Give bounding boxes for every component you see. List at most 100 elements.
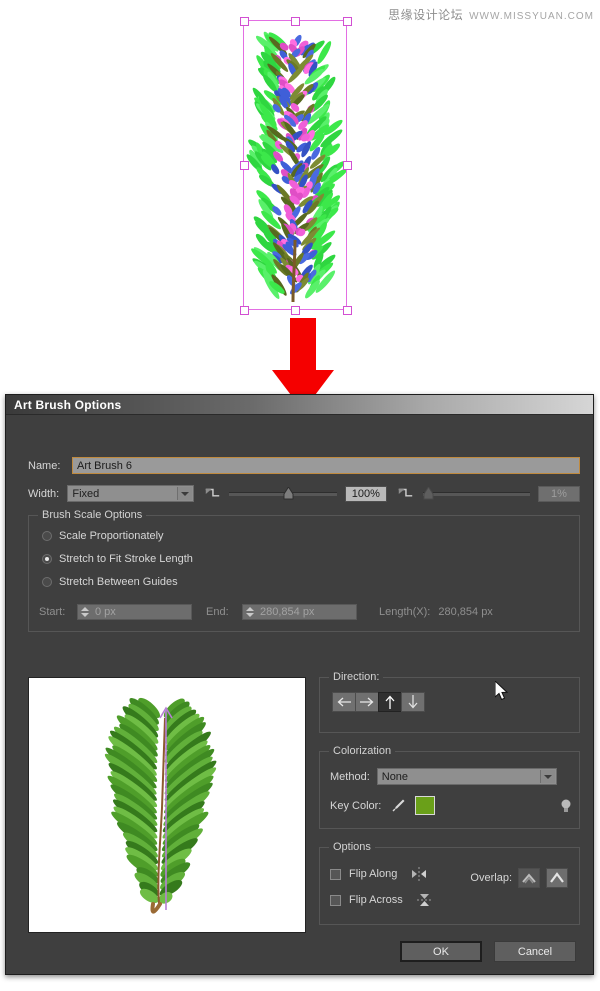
options-legend: Options [329, 841, 375, 853]
flip-along-row[interactable]: Flip Along [330, 866, 429, 882]
ok-button[interactable]: OK [400, 941, 482, 962]
flip-across-row[interactable]: Flip Across [330, 892, 435, 908]
key-color-row: Key Color: [330, 796, 573, 815]
selection-handle-ne[interactable] [343, 17, 352, 26]
brush-scale-legend: Brush Scale Options [38, 509, 147, 521]
cancel-button[interactable]: Cancel [494, 941, 576, 962]
flip-along-checkbox[interactable] [330, 868, 341, 880]
width-label: Width: [28, 487, 60, 500]
width-pen-icon [205, 488, 219, 497]
radio-stretch-between-guides[interactable]: Stretch Between Guides [42, 576, 178, 588]
watermark-site-name: 思缘设计论坛 [388, 8, 464, 22]
width-slider-thumb[interactable] [283, 487, 294, 500]
width-variance-track [422, 491, 530, 496]
selection-handle-nw[interactable] [240, 17, 249, 26]
lightbulb-icon[interactable] [559, 797, 573, 815]
direction-buttons [332, 692, 425, 712]
flip-across-icon [416, 894, 433, 906]
end-label: End: [206, 606, 229, 618]
radio-icon [42, 577, 52, 587]
length-value: 280,854 px [438, 606, 493, 618]
radio-label: Stretch to Fit Stroke Length [59, 553, 193, 565]
direction-left-button[interactable] [332, 692, 356, 712]
arrow-down-icon [408, 695, 418, 709]
selection-handle-se[interactable] [343, 306, 352, 315]
dialog-title-bar[interactable]: Art Brush Options [6, 395, 593, 415]
name-label: Name: [28, 459, 61, 472]
selection-handle-e[interactable] [343, 161, 352, 170]
watermark: 思缘设计论坛 WWW.MISSYUAN.COM [388, 6, 594, 23]
key-color-label: Key Color: [330, 799, 382, 812]
width-slider[interactable] [229, 486, 337, 502]
colorization-legend: Colorization [329, 745, 396, 757]
dialog-title: Art Brush Options [14, 397, 122, 412]
ok-button-label: OK [433, 945, 449, 958]
variance-pen-icon [398, 488, 413, 497]
colorization-method-value: None [381, 770, 409, 783]
overlap-no-adjust-button[interactable] [518, 868, 540, 888]
start-spinner: 0 px [77, 604, 192, 620]
direction-right-button[interactable] [355, 692, 379, 712]
key-color-swatch[interactable] [415, 796, 436, 815]
colorization-group: Colorization Method: None Key Color: [319, 745, 580, 829]
width-variance-field: 1% [537, 485, 580, 502]
eyedropper-icon[interactable] [389, 797, 407, 815]
selection-handle-n[interactable] [291, 17, 300, 26]
name-row: Name: Art Brush 6 [28, 457, 580, 474]
spinner-arrows-icon [244, 605, 255, 619]
guides-row: Start: 0 px End: 280,854 px Length(X): 2… [39, 604, 493, 620]
direction-legend: Direction: [329, 671, 384, 683]
flip-along-label: Flip Along [349, 868, 398, 880]
width-variance-value: 1% [551, 487, 567, 500]
chevron-down-icon[interactable] [539, 770, 555, 783]
radio-label: Stretch Between Guides [59, 576, 178, 588]
start-label: Start: [39, 606, 66, 618]
chevron-down-icon[interactable] [176, 487, 192, 500]
mouse-pointer-icon [495, 681, 509, 701]
direction-up-button[interactable] [378, 692, 402, 712]
width-variance-slider [422, 486, 530, 502]
flip-across-label: Flip Across [349, 894, 403, 906]
selection-handle-w[interactable] [240, 161, 249, 170]
length-label: Length(X): [379, 606, 431, 618]
overlap-label: Overlap: [470, 872, 512, 884]
brush-name-value: Art Brush 6 [77, 459, 133, 472]
flip-along-icon [412, 867, 427, 881]
method-row: Method: None [330, 768, 557, 785]
radio-scale-proportionately[interactable]: Scale Proportionately [42, 530, 164, 542]
dialog-footer: OK Cancel [400, 941, 576, 962]
direction-down-button[interactable] [401, 692, 425, 712]
radio-label: Scale Proportionately [59, 530, 164, 542]
width-variance-thumb [423, 487, 434, 500]
width-row: Width: Fixed 100% 1% [28, 485, 580, 502]
end-spinner: 280,854 px [242, 604, 357, 620]
radio-icon [42, 531, 52, 541]
width-value-field[interactable]: 100% [344, 485, 387, 502]
brush-name-input[interactable]: Art Brush 6 [72, 457, 580, 474]
flip-across-checkbox[interactable] [330, 894, 341, 906]
brush-preview-artwork [29, 678, 305, 932]
arrow-up-icon [385, 695, 395, 709]
cancel-button-label: Cancel [517, 945, 553, 958]
selection-handle-sw[interactable] [240, 306, 249, 315]
width-value: 100% [351, 487, 380, 500]
artwork-selection[interactable] [240, 17, 352, 315]
overlap-adjust-button[interactable] [546, 868, 568, 888]
selection-bounding-box [243, 20, 347, 310]
brush-preview-panel [28, 677, 306, 933]
colorization-method-select[interactable]: None [376, 768, 557, 785]
arrow-right-icon [360, 697, 374, 707]
selection-handle-s[interactable] [291, 306, 300, 315]
watermark-url: WWW.MISSYUAN.COM [469, 11, 594, 22]
direction-group: Direction: [319, 671, 580, 733]
radio-icon [42, 554, 52, 564]
width-type-value: Fixed [72, 487, 100, 500]
radio-stretch-to-fit[interactable]: Stretch to Fit Stroke Length [42, 553, 193, 565]
brush-scale-options-group: Brush Scale Options Scale Proportionatel… [28, 509, 580, 632]
options-group: Options Flip Along Flip Across Overlap: [319, 841, 580, 925]
width-type-select[interactable]: Fixed [67, 485, 194, 502]
method-label: Method: [330, 770, 370, 783]
arrow-left-icon [337, 697, 351, 707]
start-value: 0 px [95, 606, 116, 618]
spinner-arrows-icon [79, 605, 90, 619]
